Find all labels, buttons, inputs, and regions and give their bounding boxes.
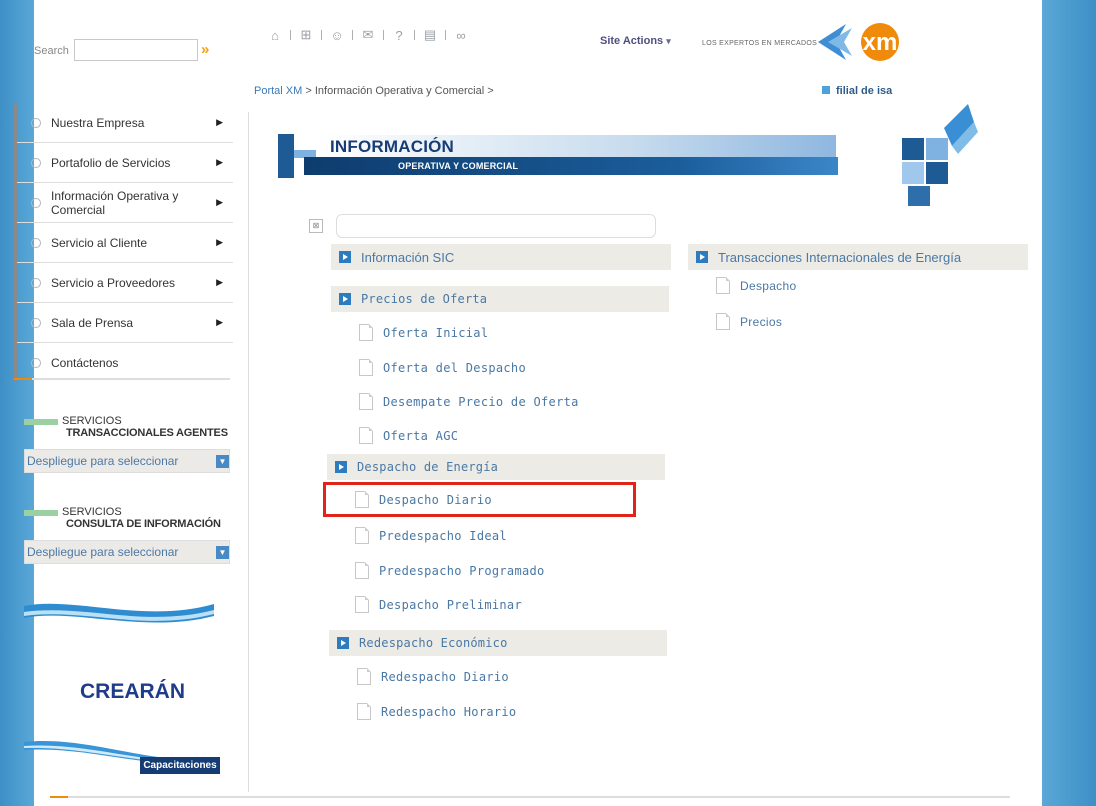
link-predespacho-ideal[interactable]: Predespacho Ideal [355,527,507,544]
bullet-icon [31,157,41,168]
nav-item-contactenos[interactable]: Contáctenos [17,343,233,382]
filial-square-icon [822,86,830,94]
mail-icon[interactable]: ✉ [359,27,377,43]
users-icon[interactable]: ☺ [328,27,346,43]
link-despacho-internacional[interactable]: Despacho [716,277,796,294]
nav-item-portafolio[interactable]: Portafolio de Servicios ▶ [17,143,233,183]
bullet-icon [31,237,41,248]
document-icon [359,359,373,376]
site-actions-menu[interactable]: Site Actions ▾ [600,35,671,47]
document-icon [359,393,373,410]
logo-text: xm [863,29,898,56]
section-header: INFORMACIÓN OPERATIVA Y COMERCIAL [278,130,838,178]
link-precios-internacional[interactable]: Precios [716,313,782,330]
document-icon [359,427,373,444]
expand-icon[interactable] [337,637,349,649]
nav-item-nuestra-empresa[interactable]: Nuestra Empresa ▶ [17,103,233,143]
document-icon [355,596,369,613]
services-consulta-select[interactable]: Despliegue para seleccionar ▼ [24,540,230,564]
category-redespacho-economico[interactable]: Redespacho Económico [329,630,667,656]
category-precios-oferta[interactable]: Precios de Oferta [331,286,669,312]
document-icon [355,527,369,544]
document-icon [716,313,730,330]
expand-icon[interactable] [335,461,347,473]
breadcrumb-home-link[interactable]: Portal XM [254,85,302,97]
dropdown-arrow-icon[interactable]: ▼ [216,454,229,468]
nav-divider [14,378,230,380]
arrow-right-icon: ▶ [216,197,223,207]
bullet-icon [31,317,41,328]
expand-icon[interactable] [339,251,351,263]
services-transaccionales-select[interactable]: Despliegue para seleccionar ▼ [24,449,230,473]
search-go-icon[interactable]: » [201,42,217,58]
capacitaciones-button[interactable]: Capacitaciones [140,757,220,774]
collapse-toggle-icon[interactable]: ⊠ [309,219,323,233]
arrow-right-icon: ▶ [216,117,223,127]
arrow-right-icon: ▶ [216,277,223,287]
document-icon [355,562,369,579]
xm-logo[interactable]: xm [818,22,906,62]
category-transacciones-internacionales[interactable]: Transacciones Internacionales de Energía [688,244,1028,270]
bullet-icon [31,277,41,288]
filial-label: filial de isa [822,85,892,97]
search-label: Search [34,45,69,57]
category-despacho-energia[interactable]: Despacho de Energía [327,454,665,480]
nav-item-servicio-proveedores[interactable]: Servicio a Proveedores ▶ [17,263,233,303]
nav-item-sala-prensa[interactable]: Sala de Prensa ▶ [17,303,233,343]
link-oferta-despacho[interactable]: Oferta del Despacho [359,359,526,376]
link-desempate-precio[interactable]: Desempate Precio de Oferta [359,393,579,410]
link-redespacho-diario[interactable]: Redespacho Diario [357,668,509,685]
arrow-right-icon: ▶ [216,317,223,327]
bullet-icon [31,117,41,128]
brand-tagline: LOS EXPERTOS EN MERCADOS [702,40,818,47]
glasses-icon[interactable]: ∞ [452,27,470,43]
section-subtitle: OPERATIVA Y COMERCIAL [398,161,519,171]
arrow-right-icon: ▶ [216,157,223,167]
document-icon [357,703,371,720]
content-divider [248,112,249,792]
nav-item-servicio-cliente[interactable]: Servicio al Cliente ▶ [17,223,233,263]
document-icon [357,668,371,685]
link-oferta-agc[interactable]: Oferta AGC [359,427,458,444]
category-informacion-sic[interactable]: Información SIC [331,244,671,270]
services-transaccionales: SERVICIOS TRANSACCIONALES AGENTES Despli… [24,415,230,473]
chevron-down-icon: ▾ [666,36,671,46]
selection-highlight [323,482,636,517]
wave-banner[interactable] [24,594,214,634]
link-predespacho-programado[interactable]: Predespacho Programado [355,562,545,579]
search-input[interactable] [74,39,198,61]
decorative-cubes [902,104,978,206]
dropdown-arrow-icon[interactable]: ▼ [216,545,229,559]
help-icon[interactable]: ? [390,27,408,43]
link-despacho-preliminar[interactable]: Despacho Preliminar [355,596,522,613]
left-navigation: Nuestra Empresa ▶ Portafolio de Servicios… [14,103,233,382]
link-redespacho-horario[interactable]: Redespacho Horario [357,703,516,720]
bullet-icon [31,357,41,368]
expand-icon[interactable] [339,293,351,305]
arrow-right-icon: ▶ [216,237,223,247]
home-icon[interactable]: ⌂ [266,27,284,43]
breadcrumb-current[interactable]: Información Operativa y Comercial [315,85,484,97]
toolbar: ⌂ ⊞ ☺ ✉ ? ▤ ∞ [266,27,470,43]
tree-filter-input[interactable] [336,214,656,238]
section-title: INFORMACIÓN [330,137,455,156]
crearan-banner[interactable]: CREARÁN [80,680,185,704]
document-icon [359,324,373,341]
document-icon [716,277,730,294]
site-actions-label: Site Actions [600,35,664,47]
nav-item-informacion-operativa[interactable]: Información Operativa y Comercial ▶ [17,183,233,223]
document-icon[interactable]: ▤ [421,27,439,43]
services-consulta: SERVICIOS CONSULTA DE INFORMACIÓN Despli… [24,506,230,564]
sitemap-icon[interactable]: ⊞ [297,27,315,43]
bullet-icon [31,197,41,208]
link-oferta-inicial[interactable]: Oferta Inicial [359,324,488,341]
footer-divider [50,796,1010,798]
expand-icon[interactable] [696,251,708,263]
breadcrumb: Portal XM > Información Operativa y Come… [254,85,494,97]
